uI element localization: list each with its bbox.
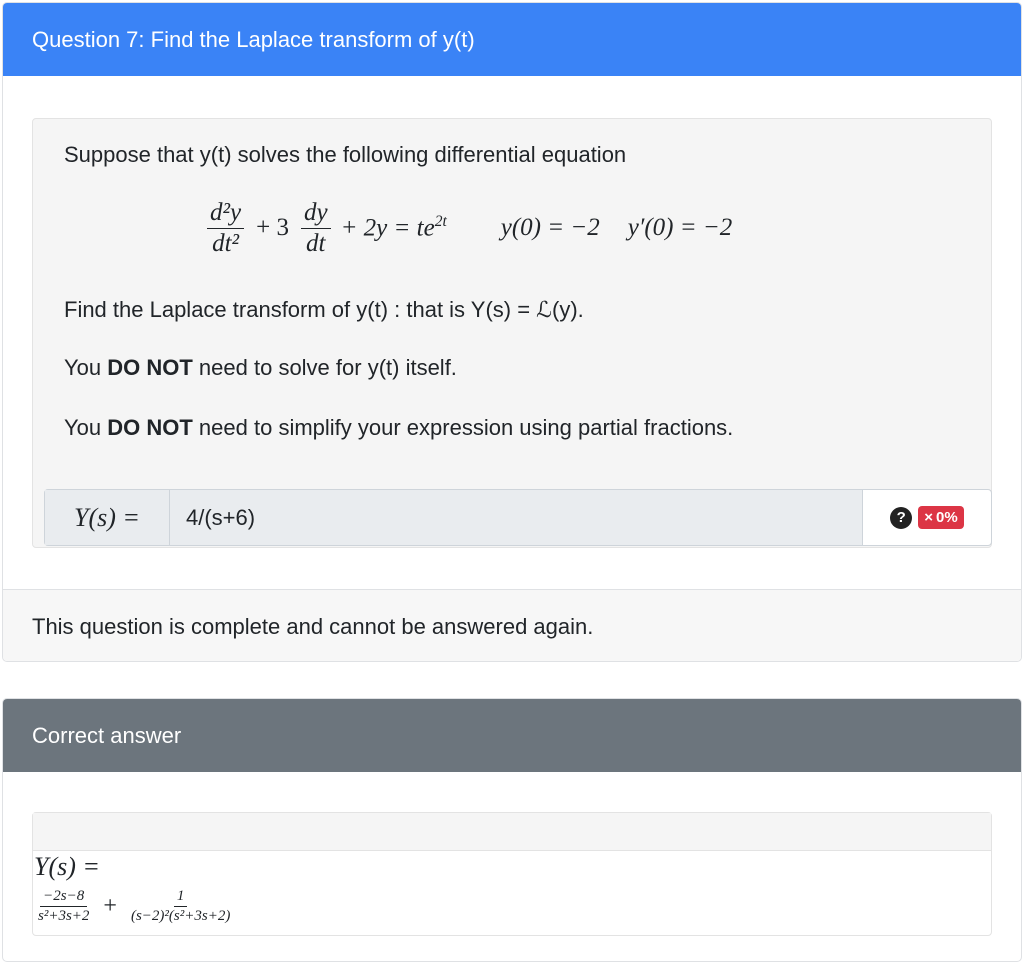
correct-answer-body: Y(s) = −2s−8 s²+3s+2 + 1 (s−2)²(s²+3s+2) bbox=[32, 812, 992, 936]
score-label: 0% bbox=[936, 509, 958, 526]
exponent: 2t bbox=[434, 213, 447, 231]
d2y: d²y bbox=[207, 199, 245, 229]
fraction-2-denominator: (s−2)²(s²+3s+2) bbox=[130, 907, 231, 924]
question-header: Question 7: Find the Laplace transform o… bbox=[3, 3, 1021, 76]
dy: dy bbox=[300, 199, 331, 229]
answer-lhs: Y(s) = bbox=[34, 852, 100, 881]
note-simplify: You DO NOT need to simplify your express… bbox=[64, 415, 734, 440]
initial-condition-2: y′(0) = −2 bbox=[627, 214, 733, 241]
initial-condition-1: y(0) = −2 bbox=[500, 214, 600, 241]
fraction-1-denominator: s²+3s+2 bbox=[38, 907, 90, 924]
note-solve: You DO NOT need to solve for y(t) itself… bbox=[64, 355, 457, 380]
answer-fraction-1: −2s−8 s²+3s+2 bbox=[38, 888, 89, 924]
status-text: This question is complete and cannot be … bbox=[32, 614, 594, 639]
status-footer: This question is complete and cannot be … bbox=[3, 589, 1021, 661]
feedback-badges: ? × 0% bbox=[863, 490, 991, 545]
answer-rhs: −2s−8 s²+3s+2 + 1 (s−2)²(s²+3s+2) bbox=[34, 888, 234, 924]
x-icon: × bbox=[924, 509, 934, 526]
input-prefix: Y(s) = bbox=[45, 490, 170, 545]
correct-answer-header: Correct answer bbox=[3, 699, 1021, 772]
answer-input[interactable]: 4/(s+6) bbox=[170, 490, 863, 545]
score-badge: × 0% bbox=[918, 506, 964, 529]
correct-answer-top-strip bbox=[33, 813, 991, 851]
question-body: Suppose that y(t) solves the following d… bbox=[32, 118, 992, 548]
dt: dt bbox=[306, 229, 326, 257]
intro-text: Suppose that y(t) solves the following d… bbox=[64, 142, 627, 167]
dt2: dt² bbox=[212, 229, 240, 257]
second-derivative-fraction: d²y dt² bbox=[207, 199, 245, 257]
task-text: Find the Laplace transform of y(t) : tha… bbox=[64, 297, 584, 322]
equation-rhs: + 2y = te2t bbox=[340, 213, 447, 242]
plus-three: + 3 bbox=[256, 214, 289, 241]
help-icon[interactable]: ? bbox=[890, 506, 913, 529]
question-title: Question 7: Find the Laplace transform o… bbox=[32, 26, 475, 52]
correct-answer-title: Correct answer bbox=[32, 722, 182, 748]
plus-sign: + bbox=[103, 892, 117, 919]
first-derivative-fraction: dy dt bbox=[300, 199, 331, 257]
fraction-2-numerator: 1 bbox=[173, 888, 188, 907]
correct-answer-card: Correct answer Y(s) = −2s−8 s²+3s+2 + 1 … bbox=[2, 698, 1022, 962]
question-card: Question 7: Find the Laplace transform o… bbox=[2, 2, 1022, 662]
differential-equation: d²y dt² + 3 dy dt + 2y = te2t y(0) = −2 … bbox=[203, 199, 732, 257]
answer-input-group: Y(s) = 4/(s+6) ? × 0% bbox=[44, 489, 992, 546]
fraction-1-numerator: −2s−8 bbox=[40, 888, 88, 907]
answer-fraction-2: 1 (s−2)²(s²+3s+2) bbox=[131, 888, 230, 924]
